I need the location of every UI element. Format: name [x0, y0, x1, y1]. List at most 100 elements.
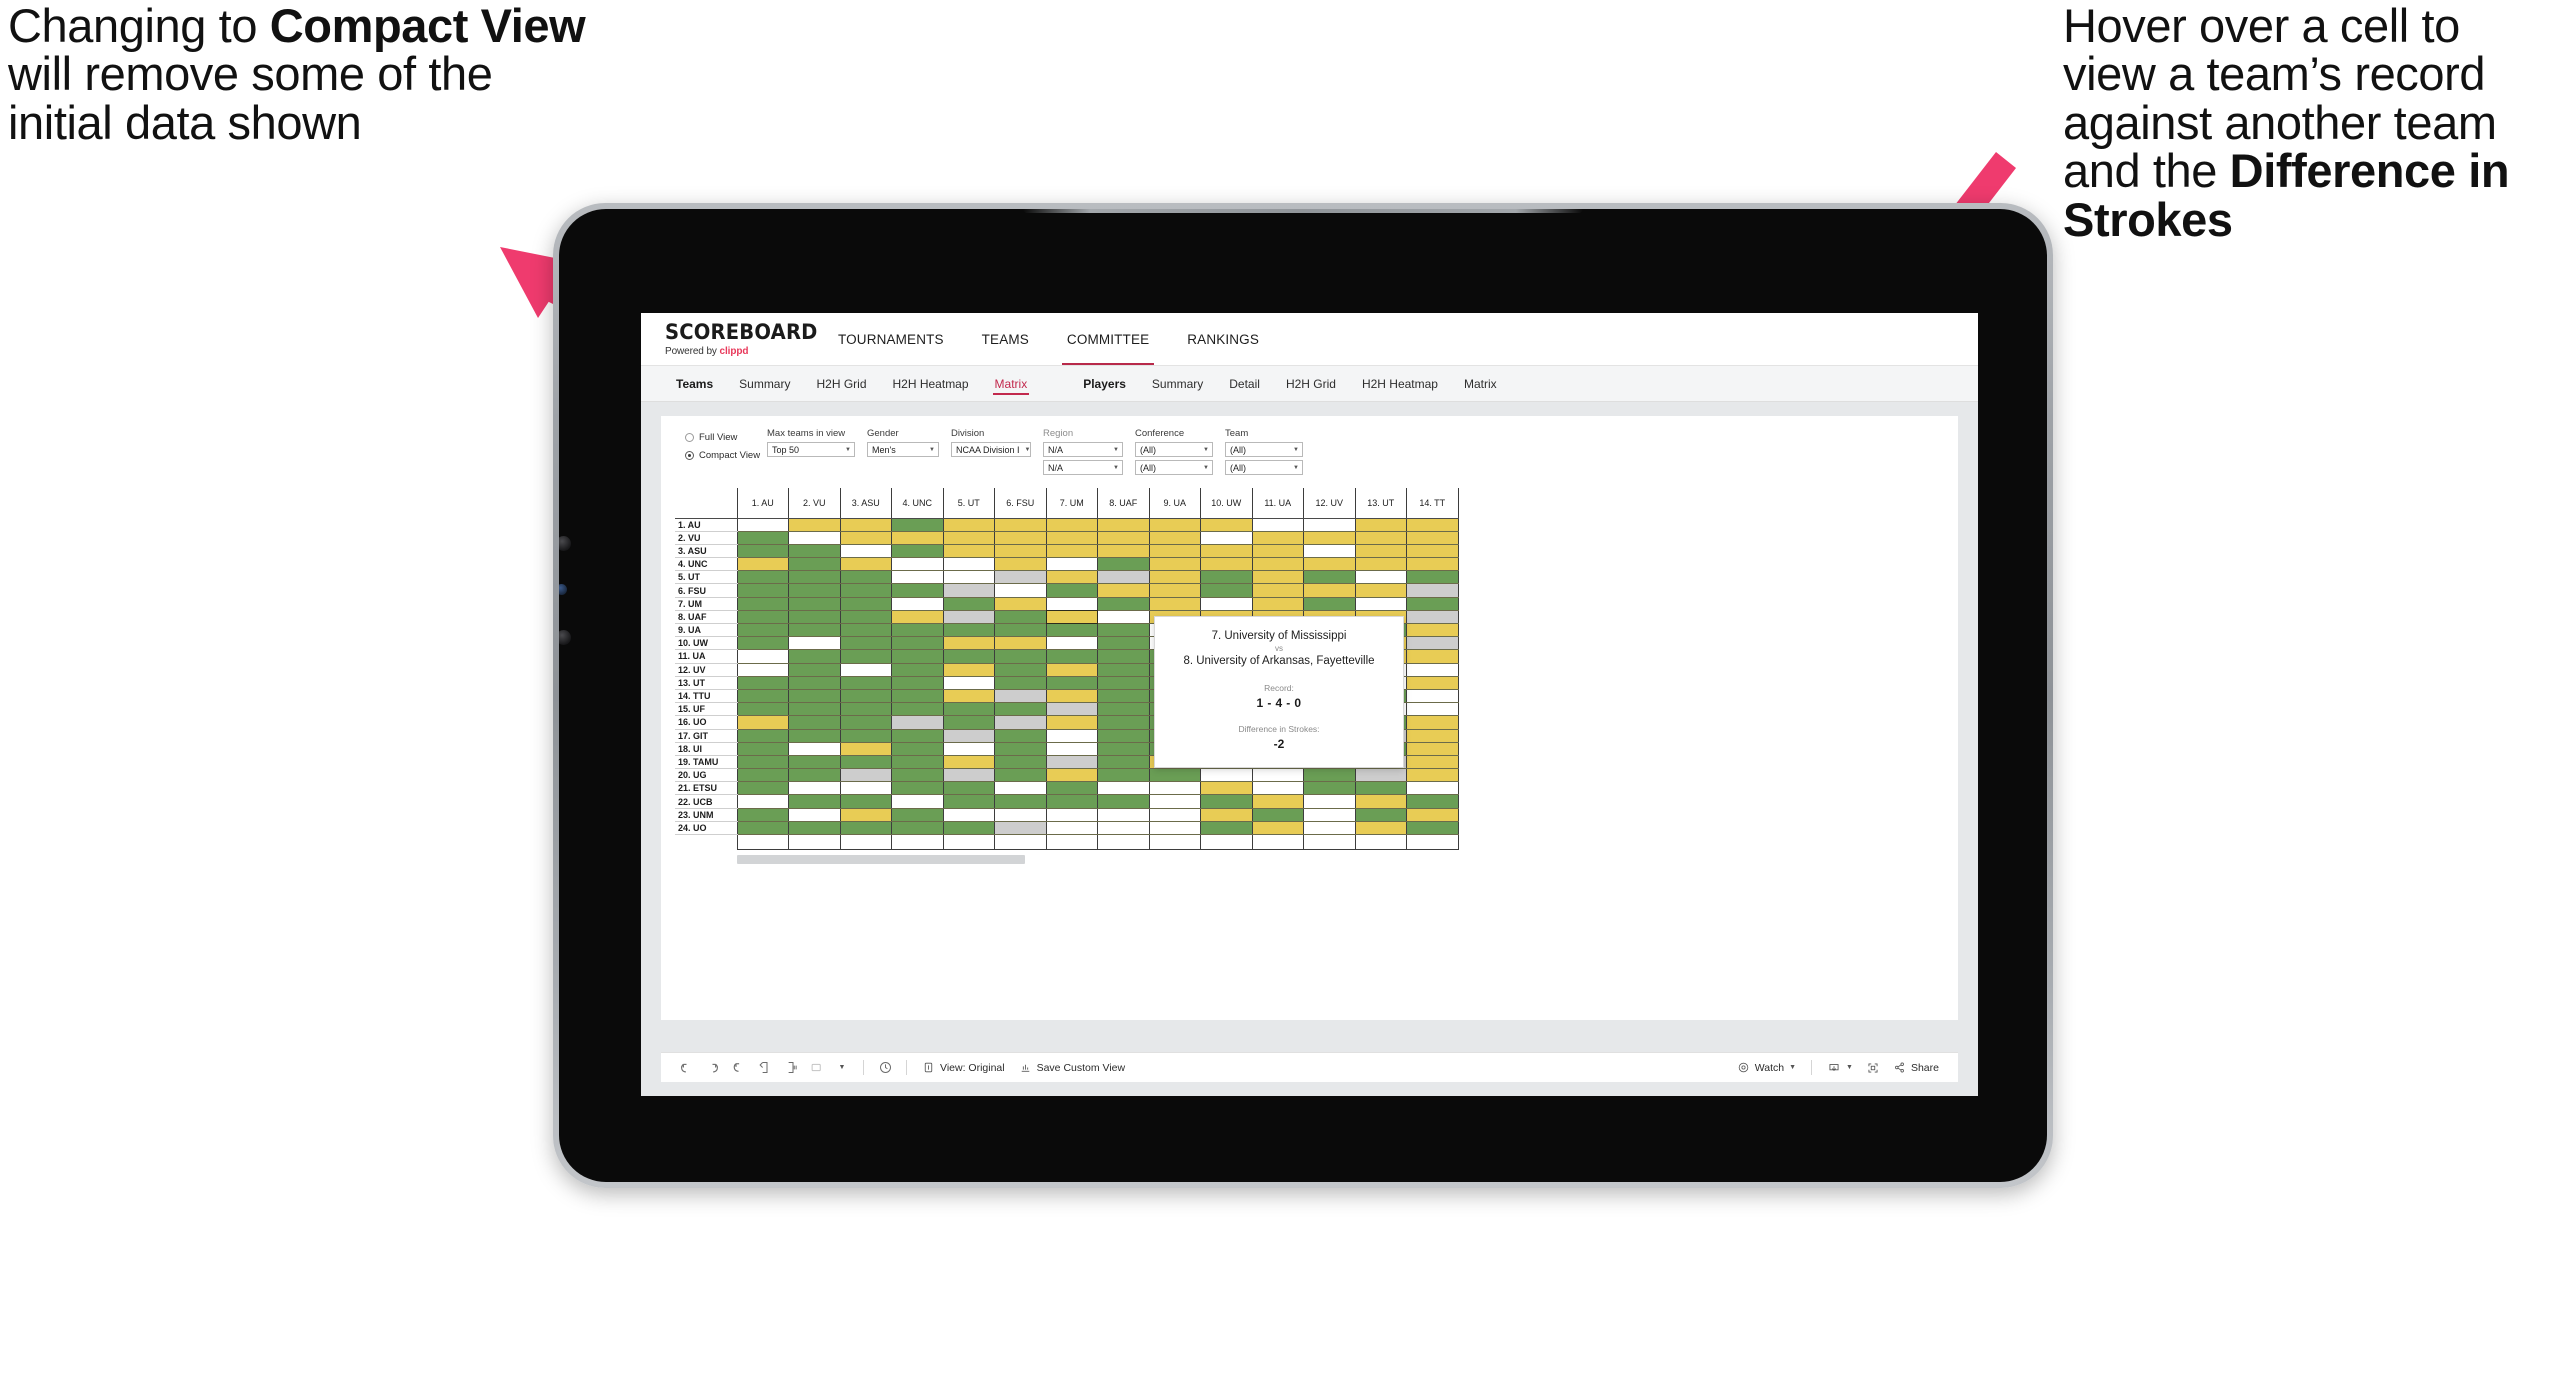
- matrix-cell[interactable]: [736, 636, 789, 651]
- matrix-cell[interactable]: [994, 557, 1046, 572]
- matrix-cell[interactable]: [891, 715, 943, 730]
- matrix-cell[interactable]: [891, 518, 943, 532]
- topnav-tab-rankings[interactable]: RANKINGS: [1168, 313, 1278, 365]
- matrix-cell[interactable]: [994, 702, 1046, 717]
- matrix-cell[interactable]: [942, 808, 995, 822]
- matrix-cell[interactable]: [1251, 597, 1304, 611]
- matrix-cell[interactable]: [1406, 781, 1459, 796]
- matrix-cell[interactable]: [839, 729, 892, 743]
- matrix-cell[interactable]: [1406, 636, 1459, 651]
- matrix-cell[interactable]: [1406, 689, 1459, 704]
- matrix-cell[interactable]: [1406, 808, 1459, 822]
- matrix-cell[interactable]: [1303, 570, 1355, 585]
- matrix-cell[interactable]: [1148, 570, 1201, 585]
- matrix-cell[interactable]: [1303, 557, 1355, 572]
- filter-gender-select[interactable]: Men's ▼: [867, 442, 939, 457]
- matrix-cell[interactable]: [788, 781, 840, 796]
- matrix-cell[interactable]: [1303, 781, 1355, 796]
- matrix-cell[interactable]: [788, 755, 840, 770]
- matrix-cell[interactable]: [788, 808, 840, 822]
- matrix-cell[interactable]: [1148, 531, 1201, 545]
- matrix-cell[interactable]: [942, 623, 995, 638]
- matrix-cell[interactable]: [1251, 768, 1304, 783]
- matrix-cell[interactable]: [839, 742, 892, 756]
- matrix-cell[interactable]: [1045, 808, 1098, 822]
- matrix-cell[interactable]: [1354, 583, 1407, 598]
- matrix-cell[interactable]: [1406, 557, 1459, 572]
- matrix-cell[interactable]: [942, 531, 995, 545]
- matrix-cell[interactable]: [994, 518, 1046, 532]
- matrix-cell[interactable]: [1097, 544, 1149, 559]
- matrix-cell[interactable]: [1406, 702, 1459, 717]
- matrix-cell[interactable]: [1097, 676, 1149, 690]
- matrix-cell[interactable]: [942, 518, 995, 532]
- matrix-cell[interactable]: [942, 676, 995, 690]
- matrix-cell[interactable]: [736, 597, 789, 611]
- matrix-cell[interactable]: [1406, 742, 1459, 756]
- matrix-cell[interactable]: [788, 768, 840, 783]
- matrix-cell[interactable]: [891, 570, 943, 585]
- matrix-cell[interactable]: [1406, 663, 1459, 677]
- matrix-cell[interactable]: [839, 808, 892, 822]
- matrix-cell[interactable]: [942, 755, 995, 770]
- matrix-cell[interactable]: [788, 663, 840, 677]
- radio-full-view-dot[interactable]: [685, 433, 694, 442]
- matrix-cell[interactable]: [1097, 663, 1149, 677]
- matrix-cell[interactable]: [788, 794, 840, 809]
- brand-logo[interactable]: SCOREBOARD Powered by clippd: [665, 321, 817, 357]
- matrix-cell[interactable]: [839, 557, 892, 572]
- matrix-cell[interactable]: [1097, 531, 1149, 545]
- matrix-cell[interactable]: [1406, 676, 1459, 690]
- watch-button[interactable]: Watch ▼: [1730, 1055, 1803, 1081]
- matrix-cell[interactable]: [1303, 768, 1355, 783]
- matrix-cell[interactable]: [788, 583, 840, 598]
- matrix-cell[interactable]: [994, 597, 1046, 611]
- fullscreen-icon[interactable]: [1860, 1055, 1886, 1081]
- matrix-cell[interactable]: [891, 544, 943, 559]
- matrix-cell[interactable]: [891, 531, 943, 545]
- matrix-cell[interactable]: [736, 821, 789, 836]
- matrix-cell[interactable]: [994, 808, 1046, 822]
- matrix-cell[interactable]: [1097, 518, 1149, 532]
- matrix-cell[interactable]: [1200, 597, 1252, 611]
- matrix-cell[interactable]: [1148, 768, 1201, 783]
- matrix-cell[interactable]: [891, 583, 943, 598]
- matrix-cell[interactable]: [788, 518, 840, 532]
- matrix-cell[interactable]: [1148, 544, 1201, 559]
- matrix-cell[interactable]: [994, 689, 1046, 704]
- matrix-cell[interactable]: [994, 715, 1046, 730]
- matrix-cell[interactable]: [839, 676, 892, 690]
- matrix-cell[interactable]: [736, 557, 789, 572]
- subnav-teams-h2h-grid[interactable]: H2H Grid: [803, 366, 879, 401]
- rectangle-select-icon[interactable]: [803, 1055, 829, 1081]
- matrix-cell[interactable]: [1097, 755, 1149, 770]
- matrix-cell[interactable]: [839, 610, 892, 625]
- matrix-cell[interactable]: [788, 557, 840, 572]
- filter-region-select-2[interactable]: N/A ▼: [1043, 460, 1123, 475]
- matrix-cell[interactable]: [736, 544, 789, 559]
- subnav-teams-summary[interactable]: Summary: [726, 366, 803, 401]
- horizontal-scrollbar-thumb[interactable]: [737, 855, 1025, 864]
- matrix-cell[interactable]: [1045, 821, 1098, 836]
- matrix-cell[interactable]: [1354, 544, 1407, 559]
- matrix-cell[interactable]: [839, 663, 892, 677]
- matrix-cell[interactable]: [1097, 557, 1149, 572]
- matrix-cell[interactable]: [994, 610, 1046, 625]
- matrix-cell[interactable]: [994, 531, 1046, 545]
- matrix-cell[interactable]: [736, 583, 789, 598]
- matrix-cell[interactable]: [1200, 808, 1252, 822]
- matrix-cell[interactable]: [1045, 702, 1098, 717]
- matrix-cell[interactable]: [1097, 583, 1149, 598]
- matrix-cell[interactable]: [1097, 808, 1149, 822]
- matrix-cell[interactable]: [1406, 570, 1459, 585]
- matrix-cell[interactable]: [1148, 583, 1201, 598]
- matrix-cell[interactable]: [839, 702, 892, 717]
- radio-full-view[interactable]: Full View: [685, 430, 767, 445]
- matrix-cell[interactable]: [994, 570, 1046, 585]
- matrix-cell[interactable]: [1406, 518, 1459, 532]
- matrix-cell[interactable]: [942, 597, 995, 611]
- matrix-cell[interactable]: [736, 518, 789, 532]
- matrix-cell[interactable]: [1045, 583, 1098, 598]
- matrix-cell[interactable]: [891, 676, 943, 690]
- matrix-cell[interactable]: [942, 570, 995, 585]
